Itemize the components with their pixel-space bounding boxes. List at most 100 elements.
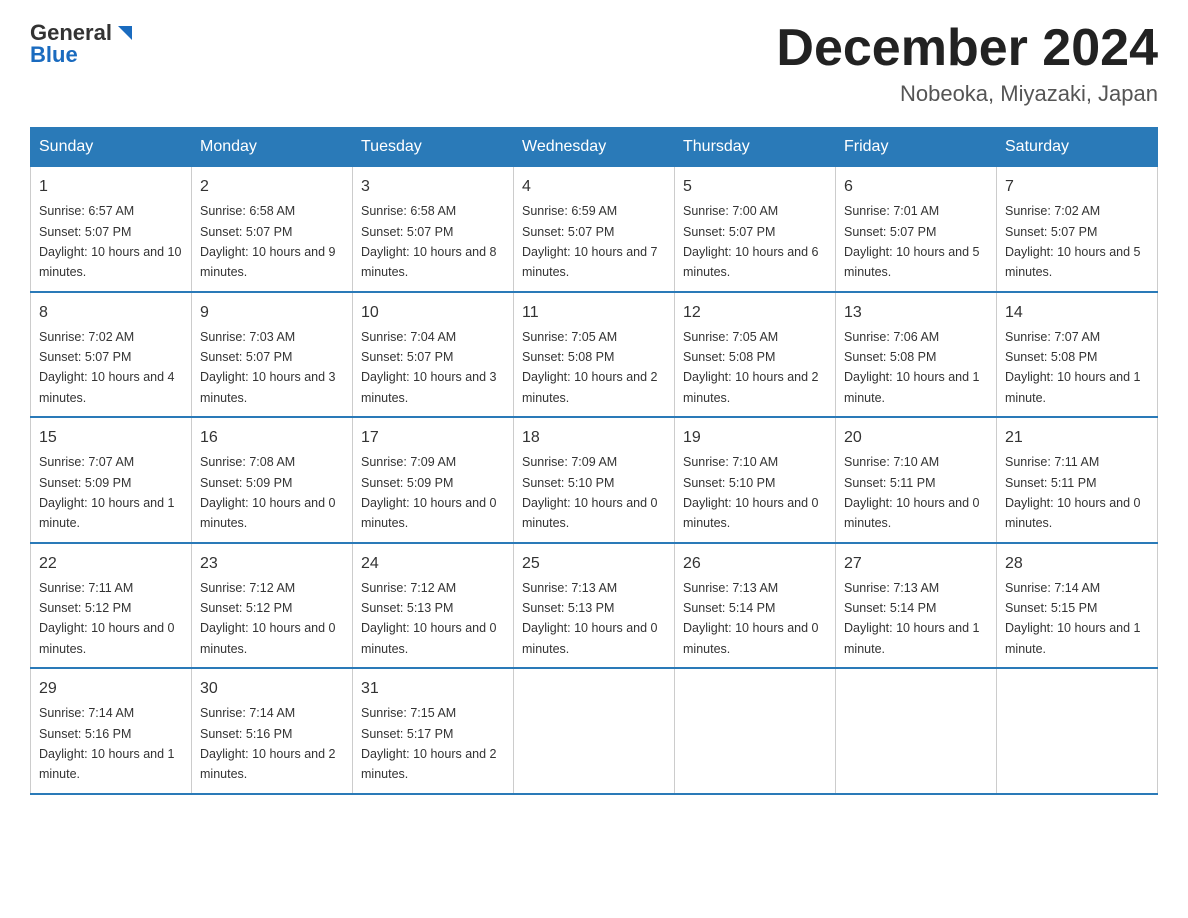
day-number: 1 <box>39 175 183 199</box>
day-number: 11 <box>522 301 666 325</box>
calendar-cell: 2 Sunrise: 6:58 AMSunset: 5:07 PMDayligh… <box>192 167 353 292</box>
day-number: 25 <box>522 552 666 576</box>
calendar-cell: 22 Sunrise: 7:11 AMSunset: 5:12 PMDaylig… <box>31 543 192 669</box>
day-info: Sunrise: 7:03 AMSunset: 5:07 PMDaylight:… <box>200 330 336 405</box>
day-number: 2 <box>200 175 344 199</box>
calendar-cell <box>675 668 836 794</box>
logo-triangle-icon <box>114 22 136 44</box>
calendar-cell: 21 Sunrise: 7:11 AMSunset: 5:11 PMDaylig… <box>997 417 1158 543</box>
calendar-cell <box>836 668 997 794</box>
day-info: Sunrise: 7:07 AMSunset: 5:08 PMDaylight:… <box>1005 330 1141 405</box>
day-number: 15 <box>39 426 183 450</box>
calendar-cell: 15 Sunrise: 7:07 AMSunset: 5:09 PMDaylig… <box>31 417 192 543</box>
page-header: General Blue December 2024 Nobeoka, Miya… <box>30 20 1158 107</box>
day-number: 22 <box>39 552 183 576</box>
calendar-cell: 29 Sunrise: 7:14 AMSunset: 5:16 PMDaylig… <box>31 668 192 794</box>
header-sunday: Sunday <box>31 128 192 167</box>
calendar-cell: 17 Sunrise: 7:09 AMSunset: 5:09 PMDaylig… <box>353 417 514 543</box>
day-number: 10 <box>361 301 505 325</box>
day-info: Sunrise: 7:11 AMSunset: 5:11 PMDaylight:… <box>1005 455 1141 530</box>
calendar-cell: 14 Sunrise: 7:07 AMSunset: 5:08 PMDaylig… <box>997 292 1158 418</box>
day-info: Sunrise: 7:10 AMSunset: 5:11 PMDaylight:… <box>844 455 980 530</box>
day-info: Sunrise: 7:08 AMSunset: 5:09 PMDaylight:… <box>200 455 336 530</box>
day-info: Sunrise: 6:57 AMSunset: 5:07 PMDaylight:… <box>39 204 181 279</box>
day-info: Sunrise: 7:09 AMSunset: 5:09 PMDaylight:… <box>361 455 497 530</box>
calendar-cell: 18 Sunrise: 7:09 AMSunset: 5:10 PMDaylig… <box>514 417 675 543</box>
header-friday: Friday <box>836 128 997 167</box>
calendar-cell: 16 Sunrise: 7:08 AMSunset: 5:09 PMDaylig… <box>192 417 353 543</box>
calendar-cell <box>997 668 1158 794</box>
calendar-cell: 12 Sunrise: 7:05 AMSunset: 5:08 PMDaylig… <box>675 292 836 418</box>
logo: General Blue <box>30 20 136 68</box>
day-number: 27 <box>844 552 988 576</box>
day-info: Sunrise: 7:07 AMSunset: 5:09 PMDaylight:… <box>39 455 175 530</box>
calendar-cell: 13 Sunrise: 7:06 AMSunset: 5:08 PMDaylig… <box>836 292 997 418</box>
day-number: 31 <box>361 677 505 701</box>
day-info: Sunrise: 7:06 AMSunset: 5:08 PMDaylight:… <box>844 330 980 405</box>
day-info: Sunrise: 7:09 AMSunset: 5:10 PMDaylight:… <box>522 455 658 530</box>
day-number: 7 <box>1005 175 1149 199</box>
calendar-cell: 3 Sunrise: 6:58 AMSunset: 5:07 PMDayligh… <box>353 167 514 292</box>
day-info: Sunrise: 7:01 AMSunset: 5:07 PMDaylight:… <box>844 204 980 279</box>
calendar-cell: 19 Sunrise: 7:10 AMSunset: 5:10 PMDaylig… <box>675 417 836 543</box>
day-info: Sunrise: 7:04 AMSunset: 5:07 PMDaylight:… <box>361 330 497 405</box>
calendar-cell: 11 Sunrise: 7:05 AMSunset: 5:08 PMDaylig… <box>514 292 675 418</box>
day-number: 12 <box>683 301 827 325</box>
day-number: 3 <box>361 175 505 199</box>
day-number: 26 <box>683 552 827 576</box>
header-wednesday: Wednesday <box>514 128 675 167</box>
calendar-cell: 7 Sunrise: 7:02 AMSunset: 5:07 PMDayligh… <box>997 167 1158 292</box>
calendar-cell: 26 Sunrise: 7:13 AMSunset: 5:14 PMDaylig… <box>675 543 836 669</box>
day-info: Sunrise: 7:14 AMSunset: 5:16 PMDaylight:… <box>200 706 336 781</box>
calendar-cell: 31 Sunrise: 7:15 AMSunset: 5:17 PMDaylig… <box>353 668 514 794</box>
calendar-week-row-4: 22 Sunrise: 7:11 AMSunset: 5:12 PMDaylig… <box>31 543 1158 669</box>
day-number: 16 <box>200 426 344 450</box>
day-number: 30 <box>200 677 344 701</box>
calendar-cell: 20 Sunrise: 7:10 AMSunset: 5:11 PMDaylig… <box>836 417 997 543</box>
header-tuesday: Tuesday <box>353 128 514 167</box>
calendar-cell: 4 Sunrise: 6:59 AMSunset: 5:07 PMDayligh… <box>514 167 675 292</box>
calendar-cell: 30 Sunrise: 7:14 AMSunset: 5:16 PMDaylig… <box>192 668 353 794</box>
day-number: 19 <box>683 426 827 450</box>
day-info: Sunrise: 6:58 AMSunset: 5:07 PMDaylight:… <box>361 204 497 279</box>
day-number: 28 <box>1005 552 1149 576</box>
day-info: Sunrise: 6:58 AMSunset: 5:07 PMDaylight:… <box>200 204 336 279</box>
header-thursday: Thursday <box>675 128 836 167</box>
header-monday: Monday <box>192 128 353 167</box>
day-number: 9 <box>200 301 344 325</box>
day-number: 14 <box>1005 301 1149 325</box>
calendar-cell: 27 Sunrise: 7:13 AMSunset: 5:14 PMDaylig… <box>836 543 997 669</box>
calendar-cell: 25 Sunrise: 7:13 AMSunset: 5:13 PMDaylig… <box>514 543 675 669</box>
day-number: 5 <box>683 175 827 199</box>
calendar-cell: 1 Sunrise: 6:57 AMSunset: 5:07 PMDayligh… <box>31 167 192 292</box>
day-info: Sunrise: 7:12 AMSunset: 5:12 PMDaylight:… <box>200 581 336 656</box>
day-info: Sunrise: 7:14 AMSunset: 5:15 PMDaylight:… <box>1005 581 1141 656</box>
day-info: Sunrise: 7:14 AMSunset: 5:16 PMDaylight:… <box>39 706 175 781</box>
day-number: 20 <box>844 426 988 450</box>
day-number: 18 <box>522 426 666 450</box>
day-info: Sunrise: 7:05 AMSunset: 5:08 PMDaylight:… <box>683 330 819 405</box>
header-saturday: Saturday <box>997 128 1158 167</box>
calendar-cell: 8 Sunrise: 7:02 AMSunset: 5:07 PMDayligh… <box>31 292 192 418</box>
day-number: 6 <box>844 175 988 199</box>
calendar-header-row: Sunday Monday Tuesday Wednesday Thursday… <box>31 128 1158 167</box>
day-number: 24 <box>361 552 505 576</box>
day-number: 13 <box>844 301 988 325</box>
day-info: Sunrise: 7:12 AMSunset: 5:13 PMDaylight:… <box>361 581 497 656</box>
day-info: Sunrise: 7:11 AMSunset: 5:12 PMDaylight:… <box>39 581 175 656</box>
calendar-cell: 6 Sunrise: 7:01 AMSunset: 5:07 PMDayligh… <box>836 167 997 292</box>
calendar-cell: 28 Sunrise: 7:14 AMSunset: 5:15 PMDaylig… <box>997 543 1158 669</box>
location: Nobeoka, Miyazaki, Japan <box>776 81 1158 107</box>
day-info: Sunrise: 7:13 AMSunset: 5:13 PMDaylight:… <box>522 581 658 656</box>
logo-blue-text: Blue <box>30 42 78 68</box>
day-number: 21 <box>1005 426 1149 450</box>
day-info: Sunrise: 7:02 AMSunset: 5:07 PMDaylight:… <box>1005 204 1141 279</box>
day-info: Sunrise: 7:10 AMSunset: 5:10 PMDaylight:… <box>683 455 819 530</box>
day-info: Sunrise: 7:13 AMSunset: 5:14 PMDaylight:… <box>683 581 819 656</box>
month-title: December 2024 <box>776 20 1158 77</box>
day-number: 17 <box>361 426 505 450</box>
calendar-week-row-3: 15 Sunrise: 7:07 AMSunset: 5:09 PMDaylig… <box>31 417 1158 543</box>
calendar-cell: 10 Sunrise: 7:04 AMSunset: 5:07 PMDaylig… <box>353 292 514 418</box>
day-info: Sunrise: 7:00 AMSunset: 5:07 PMDaylight:… <box>683 204 819 279</box>
calendar-cell: 9 Sunrise: 7:03 AMSunset: 5:07 PMDayligh… <box>192 292 353 418</box>
